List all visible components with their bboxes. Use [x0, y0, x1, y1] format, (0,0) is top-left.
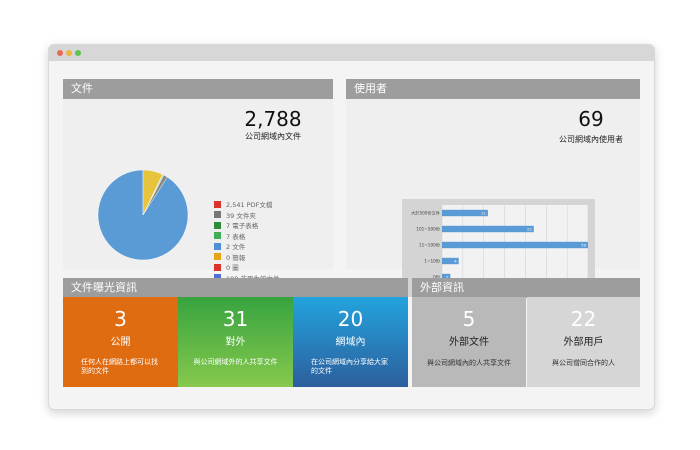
external-share-tile[interactable]: 31 對外 與公司網域外的人共享文件 — [178, 297, 293, 387]
domain-share-count: 20 — [337, 307, 364, 331]
pdf-icon — [214, 200, 221, 208]
legend-item-0: 2,541 PDF文檔 — [214, 199, 344, 210]
legend-text: 7 電子表格 — [226, 222, 259, 231]
bar-value-label: 22 — [527, 227, 532, 232]
users-panel-header: 使用者 — [346, 79, 640, 99]
legend-item-3: 7 表格 — [214, 231, 344, 242]
documents-panel-header: 文件 — [63, 79, 333, 99]
public-label: 公開 — [110, 337, 131, 348]
bar-1 — [442, 225, 534, 233]
public-tile[interactable]: 3 公開 任何人在網路上都可以找到的文件 — [63, 297, 178, 387]
users-count-label: 公司網域內使用者 — [559, 135, 623, 144]
bar-value-label: 11 — [481, 211, 486, 216]
dashboard-window: 文件 2,788 公司網域內文件 2,541 PDF文檔 39 文件夾 7 電子表格… — [48, 44, 655, 410]
document-icon — [214, 242, 221, 250]
minimize-window-icon[interactable] — [66, 50, 72, 56]
legend-item-2: 7 電子表格 — [214, 220, 344, 231]
presentation-icon — [214, 253, 221, 261]
public-count: 3 — [114, 307, 127, 331]
legend-item-5: 0 簡報 — [214, 252, 344, 263]
y-category-label: 11~100份 — [419, 242, 441, 249]
documents-type-legend: 2,541 PDF文檔39 文件夾7 電子表格7 表格2 文件0 簡報0 圖19… — [214, 199, 344, 283]
close-window-icon[interactable] — [57, 50, 63, 56]
users-count: 69 — [578, 107, 604, 131]
external-users-label: 外部用戶 — [563, 337, 604, 348]
window-titlebar — [49, 45, 654, 61]
y-category-label: 101~500份 — [416, 226, 440, 233]
maximize-window-icon[interactable] — [75, 50, 81, 56]
external-docs-tile[interactable]: 5 外部文件 與公司網域內的人共享文件 — [412, 297, 526, 387]
legend-item-6: 0 圖 — [214, 262, 344, 273]
y-category-label: 大於500份文件 — [411, 210, 440, 217]
external-share-desc: 與公司網域外的人共享文件 — [193, 358, 278, 366]
exposure-panel-header: 文件曝光資訊 — [63, 278, 408, 298]
spreadsheet-icon — [214, 221, 221, 229]
bar-value-label: 59 — [581, 243, 586, 248]
external-docs-desc: 與公司網域內的人共享文件 — [427, 359, 511, 367]
documents-type-pie-chart — [97, 169, 189, 261]
exposure-panel: 文件曝光資訊 — [63, 278, 408, 298]
users-panel: 使用者 69 公司網域內使用者 05101520253035大於500份文件11… — [346, 79, 640, 297]
domain-share-desc: 在公司網域內分享給大家的文件 — [311, 358, 388, 375]
documents-count-label: 公司網域內文件 — [245, 132, 301, 141]
external-info-panel-header: 外部資訊 — [412, 278, 640, 298]
legend-text: 2,541 PDF文檔 — [226, 201, 273, 210]
public-desc: 任何人在網路上都可以找到的文件 — [81, 358, 158, 375]
y-category-label: 1~10份 — [424, 258, 441, 265]
bar-2 — [442, 241, 588, 249]
legend-item-4: 2 文件 — [214, 241, 344, 252]
external-users-tile[interactable]: 22 外部用戶 與公司僧同合作的人 — [527, 297, 640, 387]
legend-text: 2 文件 — [226, 243, 246, 252]
external-docs-label: 外部文件 — [449, 337, 489, 348]
domain-share-label: 網域內 — [335, 337, 366, 348]
folder-icon — [214, 211, 221, 219]
legend-text: 0 圖 — [226, 264, 239, 273]
external-users-count: 22 — [570, 307, 597, 331]
legend-text: 7 表格 — [226, 232, 246, 241]
legend-text: 0 簡報 — [226, 253, 246, 262]
documents-panel: 文件 2,788 公司網域內文件 2,541 PDF文檔 39 文件夾 7 電子表格… — [63, 79, 333, 283]
domain-share-tile[interactable]: 20 網域內 在公司網域內分享給大家的文件 — [293, 297, 408, 387]
legend-item-1: 39 文件夾 — [214, 210, 344, 221]
documents-count: 2,788 — [244, 107, 302, 131]
external-share-label: 對外 — [225, 337, 246, 348]
external-users-desc: 與公司僧同合作的人 — [552, 359, 615, 367]
external-docs-count: 5 — [462, 307, 476, 331]
drawing-icon — [214, 263, 221, 271]
legend-text: 39 文件夾 — [226, 211, 256, 220]
form-icon — [214, 232, 221, 240]
external-share-count: 31 — [222, 307, 249, 331]
external-info-panel: 外部資訊 — [412, 278, 640, 298]
